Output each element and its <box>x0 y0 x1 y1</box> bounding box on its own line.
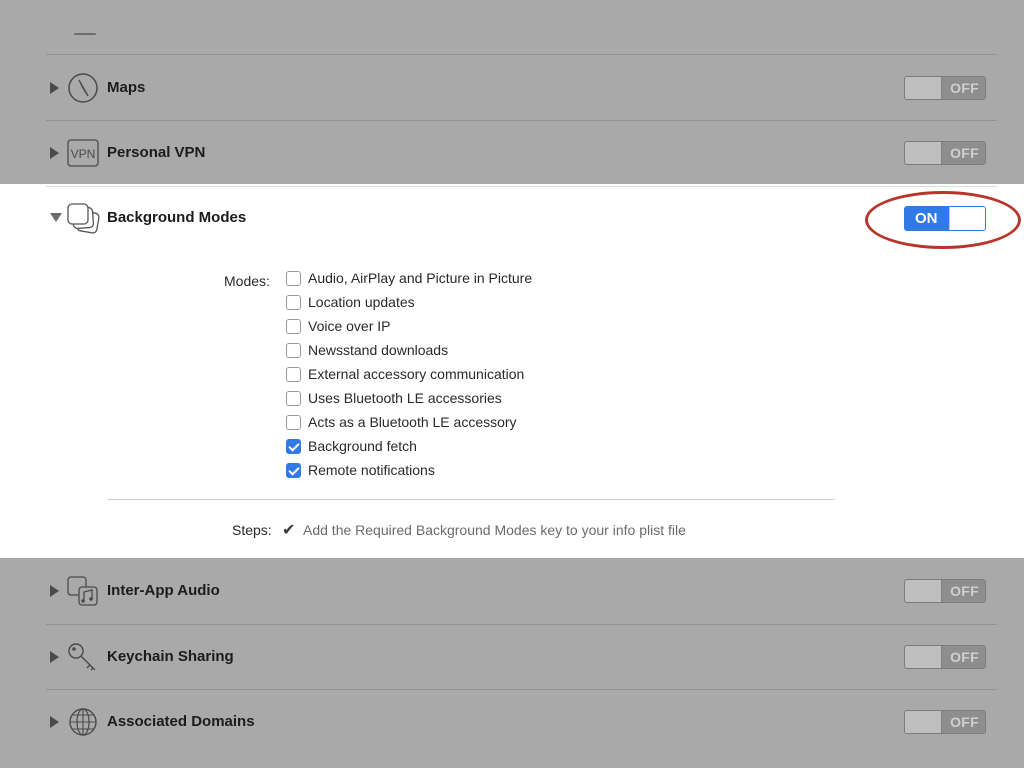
checkbox[interactable] <box>286 295 301 310</box>
capability-toggle[interactable]: OFF <box>904 710 986 734</box>
mode-option-label: Uses Bluetooth LE accessories <box>308 390 502 406</box>
row-separator <box>46 54 997 55</box>
toggle-knob <box>905 646 942 668</box>
capability-toggle[interactable]: OFF <box>904 579 986 603</box>
checkbox-checked[interactable] <box>286 439 301 454</box>
checkbox[interactable] <box>286 271 301 286</box>
section-divider <box>108 499 835 500</box>
disclosure-triangle[interactable] <box>50 585 59 597</box>
compass-icon <box>68 73 98 103</box>
mode-option-label: Voice over IP <box>308 318 391 334</box>
toggle-state-label: OFF <box>950 649 979 665</box>
globe-icon <box>69 708 97 736</box>
row-separator <box>46 120 997 121</box>
checkmark-icon: ✔ <box>282 522 296 539</box>
disclosure-triangle[interactable] <box>50 716 59 728</box>
mode-option-label: Audio, AirPlay and Picture in Picture <box>308 270 533 286</box>
capability-title: Maps <box>107 79 146 96</box>
disclosure-triangle[interactable] <box>50 82 59 94</box>
vpn-icon: VPN <box>67 139 99 167</box>
capability-toggle[interactable]: OFF <box>904 645 986 669</box>
capability-toggle[interactable]: OFF <box>904 76 986 100</box>
disclosure-triangle[interactable] <box>50 651 59 663</box>
toggle-knob <box>905 580 942 602</box>
steps-text: Add the Required Background Modes key to… <box>303 522 686 538</box>
mode-option-label: Acts as a Bluetooth LE accessory <box>308 414 517 430</box>
mode-option-label: External accessory communication <box>308 366 525 382</box>
row-separator <box>46 624 997 625</box>
row-separator <box>46 186 997 187</box>
capability-title: Associated Domains <box>107 713 255 730</box>
row-separator <box>46 689 997 690</box>
inter-app-audio-icon <box>67 576 98 606</box>
toggle-knob <box>905 77 942 99</box>
partial-icon-fragment <box>74 33 96 35</box>
checkbox[interactable] <box>286 367 301 382</box>
background-modes-icon <box>67 203 100 234</box>
toggle-knob <box>905 142 942 164</box>
checkbox[interactable] <box>286 319 301 334</box>
capability-title: Inter-App Audio <box>107 582 220 599</box>
checkbox-checked[interactable] <box>286 463 301 478</box>
toggle-knob <box>905 711 942 733</box>
toggle-state-label: OFF <box>950 583 979 599</box>
highlight-callout-ring <box>865 191 1021 249</box>
disclosure-triangle-expanded[interactable] <box>50 213 62 222</box>
steps-label: Steps: <box>232 522 272 538</box>
capability-title: Keychain Sharing <box>107 648 234 665</box>
mode-option-label: Newsstand downloads <box>308 342 449 358</box>
capability-panel-background-modes: Background Modes ON Modes: Audio, AirPla… <box>0 184 1024 558</box>
mode-option-label: Remote notifications <box>308 462 435 478</box>
capability-row-maps[interactable]: Maps OFF <box>0 60 1024 116</box>
checkbox[interactable] <box>286 391 301 406</box>
toggle-state-label: OFF <box>950 80 979 96</box>
mode-option-label: Background fetch <box>308 438 417 454</box>
modes-label: Modes: <box>224 273 270 289</box>
capability-row-personal-vpn[interactable]: VPN Personal VPN OFF <box>0 125 1024 181</box>
capability-row-keychain-sharing[interactable]: Keychain Sharing OFF <box>0 629 1024 685</box>
key-icon <box>68 643 96 671</box>
checkbox[interactable] <box>286 343 301 358</box>
capability-row-inter-app-audio[interactable]: Inter-App Audio OFF <box>0 563 1024 619</box>
toggle-state-label: OFF <box>950 714 979 730</box>
disclosure-triangle[interactable] <box>50 147 59 159</box>
capability-row-associated-domains[interactable]: Associated Domains OFF <box>0 694 1024 750</box>
capability-title: Background Modes <box>107 209 247 226</box>
capability-title: Personal VPN <box>107 144 206 161</box>
mode-option-label: Location updates <box>308 294 415 310</box>
toggle-state-label: OFF <box>950 145 979 161</box>
svg-text:VPN: VPN <box>71 147 96 161</box>
checkbox[interactable] <box>286 415 301 430</box>
capability-toggle[interactable]: OFF <box>904 141 986 165</box>
